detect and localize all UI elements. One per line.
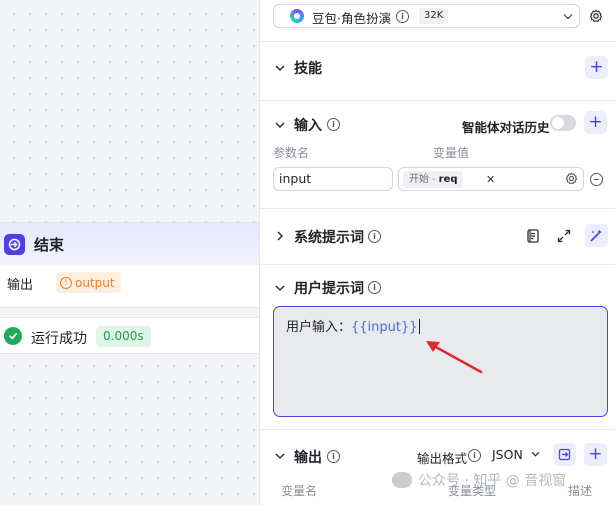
import-output-button[interactable] bbox=[553, 443, 576, 466]
magic-wand-icon bbox=[590, 229, 602, 242]
end-node-title: 结束 bbox=[34, 236, 65, 254]
output-format-info-icon[interactable]: i bbox=[468, 449, 481, 462]
warning-icon: ! bbox=[60, 276, 72, 289]
output-format-label: 输出格式 bbox=[417, 451, 468, 466]
output-desc-header: 描述 bbox=[568, 484, 593, 498]
end-output-label: 输出 bbox=[7, 278, 34, 293]
variable-value-column-header: 变量值 bbox=[433, 146, 470, 160]
chevron-down-icon bbox=[531, 451, 540, 457]
model-settings-gear-icon[interactable] bbox=[589, 9, 603, 23]
chevron-down-icon[interactable] bbox=[274, 450, 286, 462]
variable-name: req bbox=[438, 174, 458, 185]
param-name-input[interactable]: input bbox=[273, 167, 393, 191]
input-info-icon[interactable]: i bbox=[327, 118, 340, 131]
watermark-text: 公众号 · 知乎 @ 音视窗 bbox=[418, 473, 567, 489]
skills-title: 技能 bbox=[294, 61, 322, 77]
output-format-select[interactable]: JSON bbox=[492, 447, 540, 462]
node-config-panel: 豆包·角色扮演 i 32K 技能 + 输入 i 智能体对话历史 + 参数名 变量… bbox=[259, 0, 615, 505]
output-tag-text: output bbox=[75, 275, 115, 290]
chevron-down-icon[interactable] bbox=[274, 62, 286, 74]
import-icon bbox=[558, 448, 571, 461]
user-prompt-variable: {{input}} bbox=[351, 320, 418, 335]
chevron-right-icon[interactable] bbox=[274, 230, 286, 242]
end-node[interactable]: 结束 输出 ! output bbox=[0, 222, 259, 308]
success-check-icon bbox=[4, 327, 22, 345]
variable-source: 开始 bbox=[409, 174, 429, 185]
run-status-bar: 运行成功 0.000s bbox=[0, 317, 259, 354]
output-title: 输出 bbox=[294, 450, 322, 466]
system-prompt-section: 系统提示词 i bbox=[260, 209, 615, 265]
chevron-down-icon[interactable] bbox=[274, 282, 286, 294]
user-prompt-prefix: 用户输入： bbox=[286, 320, 352, 335]
output-var-name-header: 变量名 bbox=[281, 484, 318, 498]
workflow-canvas[interactable]: 结束 输出 ! output 运行成功 0.000s bbox=[0, 0, 259, 505]
param-name-column-header: 参数名 bbox=[273, 146, 310, 160]
output-format-value: JSON bbox=[492, 447, 523, 462]
output-variable-tag: ! output bbox=[56, 272, 121, 293]
ai-optimize-button[interactable] bbox=[585, 224, 608, 247]
context-length-badge: 32K bbox=[419, 8, 449, 24]
end-node-icon bbox=[4, 234, 25, 255]
variable-reference-tag: 开始 - req bbox=[403, 171, 464, 188]
run-time-badge: 0.000s bbox=[96, 326, 151, 347]
model-info-icon[interactable]: i bbox=[396, 10, 409, 23]
output-section: 输出 i 变量名 变量类型 描述 bbox=[260, 430, 615, 505]
chat-history-label: 智能体对话历史 bbox=[462, 120, 550, 135]
chevron-down-icon bbox=[563, 14, 573, 20]
watermark: 公众号 · 知乎 @ 音视窗 bbox=[392, 470, 566, 490]
user-prompt-title: 用户提示词 bbox=[294, 281, 364, 297]
add-output-button[interactable]: + bbox=[584, 443, 607, 466]
expand-icon[interactable] bbox=[556, 228, 572, 244]
add-input-button[interactable]: + bbox=[584, 111, 607, 134]
variable-settings-gear-icon[interactable] bbox=[565, 172, 578, 185]
user-prompt-info-icon[interactable]: i bbox=[368, 281, 381, 294]
doubao-logo-icon bbox=[290, 9, 304, 23]
skills-section: 技能 + bbox=[260, 42, 615, 101]
input-title: 输入 bbox=[294, 118, 322, 134]
variable-separator: - bbox=[432, 174, 436, 185]
chevron-down-icon[interactable] bbox=[274, 119, 286, 131]
user-prompt-text: 用户输入：{{input}} bbox=[286, 316, 420, 335]
run-status-text: 运行成功 bbox=[31, 331, 87, 347]
text-caret bbox=[418, 319, 420, 334]
wechat-logo-icon bbox=[392, 472, 412, 488]
prompt-library-icon[interactable] bbox=[525, 228, 541, 244]
model-name: 豆包·角色扮演 bbox=[312, 11, 391, 26]
annotation-arrow-icon bbox=[426, 341, 483, 374]
system-prompt-info-icon[interactable]: i bbox=[368, 230, 381, 243]
output-info-icon[interactable]: i bbox=[327, 450, 340, 463]
remove-param-minus-icon[interactable] bbox=[590, 173, 603, 186]
system-prompt-title: 系统提示词 bbox=[294, 230, 364, 246]
remove-tag-close-icon[interactable]: ✕ bbox=[486, 171, 495, 188]
chat-history-toggle[interactable] bbox=[550, 115, 576, 131]
add-skill-button[interactable]: + bbox=[585, 56, 608, 79]
model-select[interactable]: 豆包·角色扮演 i 32K bbox=[273, 4, 580, 28]
variable-value-field[interactable]: 开始 - req ✕ bbox=[398, 167, 584, 191]
end-node-header: 结束 bbox=[0, 223, 259, 266]
model-section: 豆包·角色扮演 i 32K bbox=[260, 0, 615, 42]
